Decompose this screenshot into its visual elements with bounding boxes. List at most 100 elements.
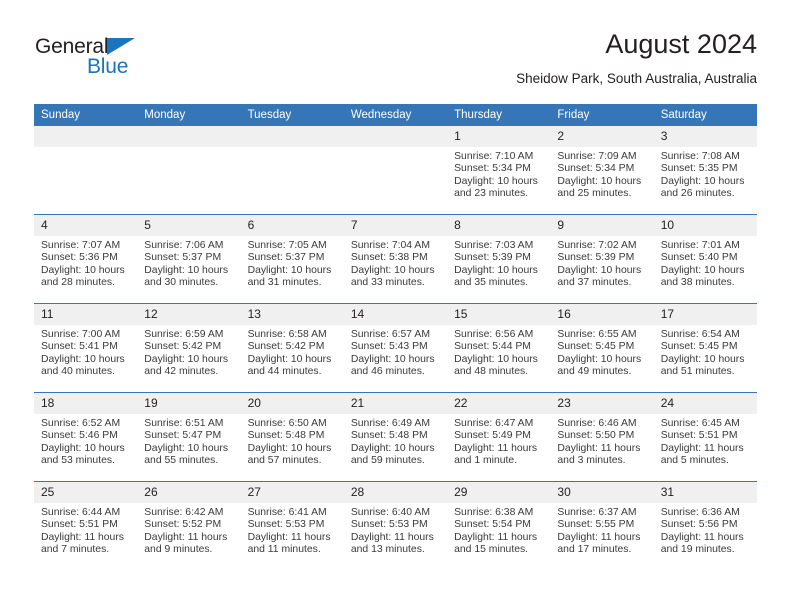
day-number: 4 [34, 215, 138, 236]
day-number: 17 [653, 304, 757, 325]
calendar-week-row: 18 Sunrise: 6:52 AM Sunset: 5:46 PM Dayligh… [34, 392, 757, 482]
day-cell-inner: 2 Sunrise: 7:09 AM Sunset: 5:34 PM Daylight… [550, 126, 654, 214]
calendar-day-cell[interactable]: 30 Sunrise: 6:37 AM Sunset: 5:55 PM Dayligh… [550, 481, 654, 570]
calendar-week-row: 4 Sunrise: 7:07 AM Sunset: 5:36 PM Daylight… [34, 214, 757, 304]
day-sun-info: Sunrise: 7:00 AM Sunset: 5:41 PM Daylight:… [34, 325, 137, 379]
calendar-day-cell[interactable]: 31 Sunrise: 6:36 AM Sunset: 5:56 PM Dayligh… [653, 481, 757, 570]
calendar-day-cell[interactable]: 6 Sunrise: 7:05 AM Sunset: 5:37 PM Daylight… [240, 214, 344, 304]
day-cell-inner [34, 126, 138, 214]
calendar-page: General Blue August 2024 Sheidow Park, S… [0, 0, 792, 612]
day-cell-inner: 21 Sunrise: 6:49 AM Sunset: 5:48 PM Dayligh… [343, 393, 448, 481]
day-cell-inner: 20 Sunrise: 6:50 AM Sunset: 5:48 PM Dayligh… [240, 393, 344, 481]
day-sun-info: Sunrise: 6:54 AM Sunset: 5:45 PM Daylight:… [654, 325, 757, 379]
sunset-text: Sunset: 5:50 PM [557, 430, 635, 442]
calendar-day-cell-empty [137, 126, 241, 215]
calendar-day-cell[interactable]: 29 Sunrise: 6:38 AM Sunset: 5:54 PM Dayligh… [447, 481, 551, 570]
calendar-day-cell[interactable]: 22 Sunrise: 6:47 AM Sunset: 5:49 PM Dayligh… [447, 392, 551, 482]
calendar-day-cell[interactable]: 16 Sunrise: 6:55 AM Sunset: 5:45 PM Dayligh… [550, 303, 654, 393]
day-cell-inner: 9 Sunrise: 7:02 AM Sunset: 5:39 PM Daylight… [550, 215, 654, 303]
day-cell-inner: 25 Sunrise: 6:44 AM Sunset: 5:51 PM Dayligh… [34, 482, 138, 570]
day-cell-inner: 14 Sunrise: 6:57 AM Sunset: 5:43 PM Dayligh… [343, 304, 448, 392]
sunset-text: Sunset: 5:43 PM [350, 341, 428, 353]
daylight-text: Daylight: 10 hours and 37 minutes. [557, 264, 642, 289]
sunset-text: Sunset: 5:37 PM [144, 252, 222, 264]
day-number: 11 [34, 304, 138, 325]
sunrise-text: Sunrise: 6:37 AM [557, 507, 637, 518]
daylight-text: Daylight: 10 hours and 38 minutes. [660, 264, 745, 289]
calendar-day-cell[interactable]: 13 Sunrise: 6:58 AM Sunset: 5:42 PM Dayligh… [240, 303, 344, 393]
calendar-day-cell[interactable]: 10 Sunrise: 7:01 AM Sunset: 5:40 PM Dayligh… [653, 214, 757, 304]
day-number [34, 126, 138, 147]
daylight-text: Daylight: 10 hours and 35 minutes. [454, 264, 538, 289]
calendar-day-cell[interactable]: 27 Sunrise: 6:41 AM Sunset: 5:53 PM Dayligh… [240, 481, 344, 570]
sunset-text: Sunset: 5:39 PM [454, 252, 531, 264]
sunset-text: Sunset: 5:56 PM [660, 519, 738, 531]
daylight-text: Daylight: 10 hours and 57 minutes. [247, 442, 332, 467]
calendar-day-cell[interactable]: 8 Sunrise: 7:03 AM Sunset: 5:39 PM Daylight… [447, 214, 551, 304]
day-sun-info: Sunrise: 6:40 AM Sunset: 5:53 PM Daylight:… [344, 503, 447, 557]
calendar-day-cell[interactable]: 11 Sunrise: 7:00 AM Sunset: 5:41 PM Dayligh… [34, 303, 138, 393]
calendar-day-cell[interactable]: 23 Sunrise: 6:46 AM Sunset: 5:50 PM Dayligh… [550, 392, 654, 482]
calendar-day-cell[interactable]: 25 Sunrise: 6:44 AM Sunset: 5:51 PM Dayligh… [34, 481, 138, 570]
sunrise-text: Sunrise: 6:58 AM [247, 329, 327, 340]
calendar-day-cell[interactable]: 20 Sunrise: 6:50 AM Sunset: 5:48 PM Dayligh… [240, 392, 344, 482]
day-cell-inner: 5 Sunrise: 7:06 AM Sunset: 5:37 PM Daylight… [137, 215, 241, 303]
daylight-text: Daylight: 10 hours and 33 minutes. [350, 264, 435, 289]
calendar-day-cell[interactable]: 21 Sunrise: 6:49 AM Sunset: 5:48 PM Dayligh… [343, 392, 448, 482]
calendar-day-cell[interactable]: 1 Sunrise: 7:10 AM Sunset: 5:34 PM Daylight… [447, 126, 551, 215]
calendar-day-cell[interactable]: 14 Sunrise: 6:57 AM Sunset: 5:43 PM Dayligh… [343, 303, 448, 393]
calendar-day-cell[interactable]: 12 Sunrise: 6:59 AM Sunset: 5:42 PM Dayligh… [137, 303, 241, 393]
sunrise-text: Sunrise: 6:46 AM [557, 418, 637, 429]
calendar-week-row: 1 Sunrise: 7:10 AM Sunset: 5:34 PM Daylight… [34, 126, 757, 215]
daylight-text: Daylight: 11 hours and 9 minutes. [144, 531, 228, 556]
calendar-day-cell[interactable]: 24 Sunrise: 6:45 AM Sunset: 5:51 PM Dayligh… [653, 392, 757, 482]
day-cell-inner: 4 Sunrise: 7:07 AM Sunset: 5:36 PM Daylight… [34, 215, 138, 303]
weekday-header-friday: Friday [550, 104, 654, 126]
calendar-day-cell[interactable]: 5 Sunrise: 7:06 AM Sunset: 5:37 PM Daylight… [137, 214, 241, 304]
calendar-day-cell[interactable]: 3 Sunrise: 7:08 AM Sunset: 5:35 PM Daylight… [653, 126, 757, 215]
day-cell-inner: 12 Sunrise: 6:59 AM Sunset: 5:42 PM Dayligh… [137, 304, 241, 392]
day-sun-info: Sunrise: 6:52 AM Sunset: 5:46 PM Daylight:… [34, 414, 137, 468]
calendar-day-cell[interactable]: 2 Sunrise: 7:09 AM Sunset: 5:34 PM Daylight… [550, 126, 654, 215]
sunset-text: Sunset: 5:37 PM [247, 252, 325, 264]
day-cell-inner: 23 Sunrise: 6:46 AM Sunset: 5:50 PM Dayligh… [550, 393, 654, 481]
day-cell-inner: 29 Sunrise: 6:38 AM Sunset: 5:54 PM Dayligh… [447, 482, 551, 570]
day-number: 10 [653, 215, 757, 236]
sunrise-text: Sunrise: 7:03 AM [454, 240, 534, 251]
day-cell-inner: 7 Sunrise: 7:04 AM Sunset: 5:38 PM Daylight… [343, 215, 448, 303]
weekday-header-wednesday: Wednesday [343, 104, 448, 126]
day-sun-info: Sunrise: 6:38 AM Sunset: 5:54 PM Daylight:… [447, 503, 550, 557]
calendar-day-cell-empty [240, 126, 344, 215]
day-sun-info: Sunrise: 7:08 AM Sunset: 5:35 PM Daylight:… [654, 147, 757, 201]
general-blue-logo[interactable]: General Blue [35, 35, 255, 87]
day-sun-info: Sunrise: 7:01 AM Sunset: 5:40 PM Daylight:… [654, 236, 757, 290]
sunrise-text: Sunrise: 6:42 AM [144, 507, 224, 518]
sunset-text: Sunset: 5:52 PM [144, 519, 222, 531]
calendar-day-cell[interactable]: 28 Sunrise: 6:40 AM Sunset: 5:53 PM Dayligh… [343, 481, 448, 570]
sunset-text: Sunset: 5:53 PM [350, 519, 428, 531]
calendar-day-cell[interactable]: 15 Sunrise: 6:56 AM Sunset: 5:44 PM Dayligh… [447, 303, 551, 393]
sunset-text: Sunset: 5:38 PM [350, 252, 428, 264]
sunset-text: Sunset: 5:34 PM [454, 163, 531, 175]
calendar-day-cell[interactable]: 19 Sunrise: 6:51 AM Sunset: 5:47 PM Dayligh… [137, 392, 241, 482]
sunrise-text: Sunrise: 6:57 AM [350, 329, 430, 340]
day-sun-info: Sunrise: 6:57 AM Sunset: 5:43 PM Daylight:… [344, 325, 447, 379]
sunrise-text: Sunrise: 7:02 AM [557, 240, 637, 251]
calendar-day-cell[interactable]: 7 Sunrise: 7:04 AM Sunset: 5:38 PM Daylight… [343, 214, 448, 304]
calendar-day-cell[interactable]: 18 Sunrise: 6:52 AM Sunset: 5:46 PM Dayligh… [34, 392, 138, 482]
day-sun-info: Sunrise: 6:55 AM Sunset: 5:45 PM Daylight:… [550, 325, 653, 379]
calendar-day-cell[interactable]: 17 Sunrise: 6:54 AM Sunset: 5:45 PM Dayligh… [653, 303, 757, 393]
daylight-text: Daylight: 10 hours and 25 minutes. [557, 175, 642, 200]
page-title: August 2024 [605, 29, 757, 59]
calendar-week-row: 25 Sunrise: 6:44 AM Sunset: 5:51 PM Dayligh… [34, 481, 757, 570]
day-sun-info: Sunrise: 6:37 AM Sunset: 5:55 PM Daylight:… [550, 503, 653, 557]
calendar-day-cell[interactable]: 26 Sunrise: 6:42 AM Sunset: 5:52 PM Dayligh… [137, 481, 241, 570]
day-number: 3 [653, 126, 757, 147]
calendar-day-cell[interactable]: 4 Sunrise: 7:07 AM Sunset: 5:36 PM Daylight… [34, 214, 138, 304]
calendar-day-cell[interactable]: 9 Sunrise: 7:02 AM Sunset: 5:39 PM Daylight… [550, 214, 654, 304]
sunset-text: Sunset: 5:44 PM [454, 341, 531, 353]
day-sun-info: Sunrise: 7:03 AM Sunset: 5:39 PM Daylight:… [447, 236, 550, 290]
day-sun-info: Sunrise: 6:44 AM Sunset: 5:51 PM Daylight:… [34, 503, 137, 557]
day-sun-info: Sunrise: 6:50 AM Sunset: 5:48 PM Daylight:… [241, 414, 344, 468]
day-cell-inner [240, 126, 344, 214]
